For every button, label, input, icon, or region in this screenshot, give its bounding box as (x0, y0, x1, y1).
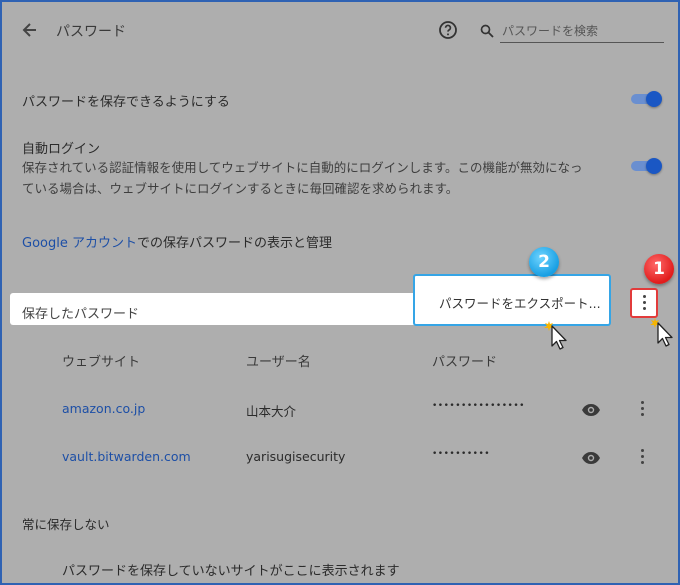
row-2-more-button[interactable] (635, 449, 649, 467)
pointer-cursor-icon (540, 316, 570, 352)
export-passwords-item[interactable]: パスワードをエクスポート... (439, 293, 601, 312)
page-title: パスワード (56, 24, 126, 40)
auto-signin-desc-line2: ている場合は、ウェブサイトにログインするときに毎回確認を求められます。 (22, 181, 459, 196)
row-2-username: yarisugisecurity (246, 449, 346, 464)
saved-passwords-title: 保存したパスワード (22, 307, 140, 322)
google-account-link[interactable]: Google アカウント (22, 236, 137, 251)
auto-signin-title: 自動ログイン (22, 142, 101, 157)
row-1-password: •••••••••••••••• (432, 401, 525, 411)
row-1-more-button[interactable] (635, 401, 649, 419)
help-icon[interactable] (438, 20, 458, 40)
more-vert-icon (642, 295, 646, 311)
auto-signin-desc-line1: 保存されている認証情報を使用してウェブサイトに自動的にログインします。この機能が… (22, 160, 583, 175)
show-password-eye-icon[interactable] (581, 402, 601, 416)
auto-signin-toggle[interactable] (629, 158, 663, 174)
search-icon (480, 23, 494, 38)
offer-save-toggle[interactable] (629, 91, 663, 107)
offer-save-label: パスワードを保存できるようにする (22, 95, 230, 110)
row-1-site-link[interactable]: amazon.co.jp (62, 401, 145, 416)
column-header-password: パスワード (432, 355, 498, 370)
row-2-password: •••••••••• (432, 449, 491, 459)
never-saved-empty-text: パスワードを保存していないサイトがここに表示されます (62, 564, 400, 579)
export-menu: パスワードをエクスポート... (413, 274, 611, 326)
annotation-badge-2: 2 (529, 247, 559, 277)
column-header-website: ウェブサイト (62, 355, 141, 370)
show-password-eye-icon[interactable] (581, 450, 601, 464)
never-saved-title: 常に保存しない (22, 517, 110, 532)
saved-passwords-header: 保存したパスワード (10, 293, 430, 325)
row-1-username: 山本大介 (246, 404, 297, 419)
back-arrow-icon[interactable] (20, 20, 40, 40)
column-header-username: ユーザー名 (246, 355, 311, 370)
pointer-cursor-icon (646, 313, 676, 349)
settings-window: パスワード パスワードを保存できるようにする 自動ログイン 保存されている認証情… (0, 0, 680, 585)
search-input[interactable] (500, 20, 664, 43)
annotation-badge-1: 1 (644, 254, 674, 284)
row-2-site-link[interactable]: vault.bitwarden.com (62, 449, 191, 464)
google-account-row: Google アカウントでの保存パスワードの表示と管理 (22, 232, 332, 251)
google-account-suffix: での保存パスワードの表示と管理 (136, 236, 332, 251)
